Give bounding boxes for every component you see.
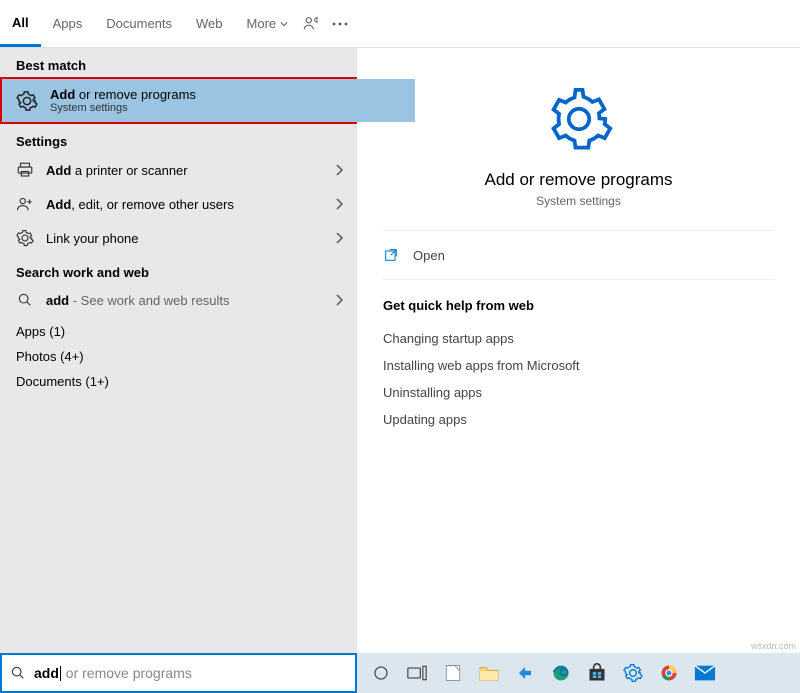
feedback-icon[interactable]: [300, 8, 322, 40]
taskbar-app-arrow-icon[interactable]: [507, 653, 543, 693]
chevron-right-icon: [335, 294, 343, 306]
result-add-printer[interactable]: Add a printer or scanner: [0, 153, 357, 187]
search-filter-tabs: All Apps Documents Web More: [0, 0, 357, 48]
search-icon: [10, 665, 26, 681]
section-settings: Settings: [0, 124, 357, 153]
action-open[interactable]: Open: [383, 231, 774, 280]
result-web-search[interactable]: add - See work and web results: [0, 284, 357, 316]
taskbar-app-store-icon[interactable]: [579, 653, 615, 693]
search-icon: [14, 292, 36, 308]
chevron-down-icon: [280, 20, 288, 28]
tab-documents[interactable]: Documents: [94, 1, 184, 47]
taskbar-app-libreoffice-icon[interactable]: [435, 653, 471, 693]
chevron-right-icon: [335, 232, 343, 244]
task-view-icon[interactable]: [399, 653, 435, 693]
best-match-title: Add or remove programs: [50, 87, 196, 102]
gear-icon: [14, 88, 40, 114]
section-apps-count[interactable]: Apps (1): [0, 316, 357, 341]
taskbar-app-explorer-icon[interactable]: [471, 653, 507, 693]
chevron-right-icon: [335, 164, 343, 176]
tab-apps[interactable]: Apps: [41, 1, 95, 47]
detail-subtitle: System settings: [536, 194, 621, 208]
section-best-match: Best match: [0, 48, 357, 77]
gear-icon: [14, 229, 36, 247]
watermark: wsxdn.com: [751, 641, 796, 651]
help-link-update[interactable]: Updating apps: [383, 406, 774, 433]
gear-icon: [544, 84, 614, 154]
taskbar-app-settings-icon[interactable]: [615, 653, 651, 693]
taskbar-app-mail-icon[interactable]: [687, 653, 723, 693]
taskbar-app-chrome-icon[interactable]: [651, 653, 687, 693]
result-link-phone[interactable]: Link your phone: [0, 221, 357, 255]
cortana-icon[interactable]: [363, 653, 399, 693]
result-add-users[interactable]: Add, edit, or remove other users: [0, 187, 357, 221]
help-link-uninstall[interactable]: Uninstalling apps: [383, 379, 774, 406]
detail-hero: Add or remove programs System settings: [383, 64, 774, 231]
more-options-icon[interactable]: [329, 8, 351, 40]
open-icon: [383, 247, 399, 263]
user-plus-icon: [14, 195, 36, 213]
tab-web[interactable]: Web: [184, 1, 235, 47]
result-best-match[interactable]: Add or remove programs System settings: [0, 77, 357, 124]
section-search-web: Search work and web: [0, 255, 357, 284]
web-help-title: Get quick help from web: [383, 298, 774, 313]
tab-more[interactable]: More: [235, 1, 301, 47]
best-match-subtitle: System settings: [50, 102, 196, 114]
search-input[interactable]: add or remove programs: [0, 653, 357, 693]
help-link-install[interactable]: Installing web apps from Microsoft: [383, 352, 774, 379]
help-link-startup[interactable]: Changing startup apps: [383, 325, 774, 352]
taskbar: [357, 653, 800, 693]
section-photos-count[interactable]: Photos (4+): [0, 341, 357, 366]
detail-title: Add or remove programs: [484, 170, 672, 190]
taskbar-app-edge-icon[interactable]: [543, 653, 579, 693]
printer-icon: [14, 161, 36, 179]
section-documents-count[interactable]: Documents (1+): [0, 366, 357, 391]
tab-all[interactable]: All: [0, 1, 41, 47]
chevron-right-icon: [335, 198, 343, 210]
